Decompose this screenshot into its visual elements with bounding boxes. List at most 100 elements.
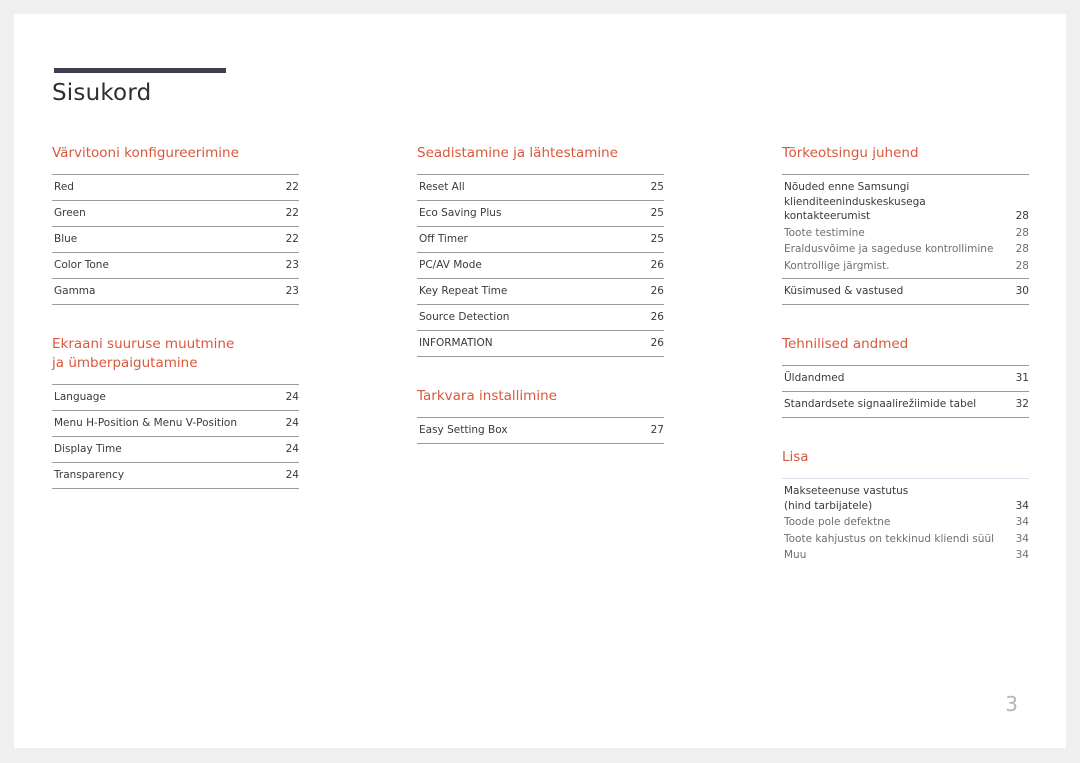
toc-entry-page-number: 24 xyxy=(285,469,299,481)
toc-entry-label: Language xyxy=(54,391,106,403)
toc-entry-page-number: 26 xyxy=(650,311,664,323)
toc-entry-label: Red xyxy=(54,181,74,193)
toc-entry-label: Standardsete signaalirežiimide tabel xyxy=(784,398,977,410)
toc-entry[interactable]: Color Tone 23 xyxy=(52,253,299,279)
toc-section: Tehnilised andmed Üldandmed 31 Standardsete… xyxy=(782,335,1029,418)
toc-entry[interactable]: Toode pole defektne 34 xyxy=(782,514,1029,531)
section-heading[interactable]: Värvitooni konfigureerimine xyxy=(52,144,299,163)
toc-entry-page-number: 23 xyxy=(285,285,299,297)
toc-entry[interactable]: Key Repeat Time 26 xyxy=(417,279,664,305)
toc-entry-label: Easy Setting Box xyxy=(419,424,508,436)
toc-entry-label: Source Detection xyxy=(419,311,510,323)
toc-entry-label: Color Tone xyxy=(54,259,109,271)
toc-column-1: Värvitooni konfigureerimine Red 22 Green 22 B… xyxy=(52,144,299,564)
toc-entry-page-number: 26 xyxy=(650,259,664,271)
toc-entry-label: PC/AV Mode xyxy=(419,259,482,271)
toc-entry-page-number: 24 xyxy=(285,391,299,403)
toc-entry-label: Üldandmed xyxy=(784,372,845,384)
toc-entry[interactable]: Makseteenuse vastutus (hind tarbijatele)… xyxy=(782,479,1029,514)
toc-entry-page-number: 22 xyxy=(285,207,299,219)
toc-entry[interactable]: Toote testimine 28 xyxy=(782,225,1029,242)
toc-entry-label: Toode pole defektne xyxy=(784,516,891,528)
toc-entry-page-number: 34 xyxy=(1015,549,1029,561)
page-number: 3 xyxy=(1005,692,1018,716)
toc-entry[interactable]: Transparency 24 xyxy=(52,463,299,489)
toc-section: Tarkvara installimine Easy Setting Box 27 xyxy=(417,387,664,444)
section-heading[interactable]: Ekraani suuruse muutmine ja ümberpaiguta… xyxy=(52,335,299,373)
title-accent-bar xyxy=(54,68,226,73)
toc-entry-page-number: 28 xyxy=(1015,226,1029,239)
toc-entry[interactable]: Kontrollige järgmist. 28 xyxy=(782,258,1029,279)
toc-entry-label: Reset All xyxy=(419,181,465,193)
toc-section: Värvitooni konfigureerimine Red 22 Green 22 B… xyxy=(52,144,299,305)
toc-entry[interactable]: Off Timer 25 xyxy=(417,227,664,253)
toc-entry-page-number: 28 xyxy=(1015,259,1029,272)
toc-entry-page-number: 27 xyxy=(650,424,664,436)
toc-entry-label: Eraldusvõime ja sageduse kontrollimine xyxy=(784,243,994,255)
toc-entry[interactable]: Eco Saving Plus 25 xyxy=(417,201,664,227)
toc-entry-page-number: 25 xyxy=(650,233,664,245)
toc-entry[interactable]: Reset All 25 xyxy=(417,175,664,201)
section-heading[interactable]: Tõrkeotsingu juhend xyxy=(782,144,1029,163)
toc-entry[interactable]: Blue 22 xyxy=(52,227,299,253)
toc-entry-page-number: 25 xyxy=(650,207,664,219)
toc-entry-page-number: 26 xyxy=(650,285,664,297)
toc-section: Seadistamine ja lähtestamine Reset All 25 E… xyxy=(417,144,664,357)
toc-entry[interactable]: Küsimused & vastused 30 xyxy=(782,279,1029,305)
toc-entry-page-number: 31 xyxy=(1015,372,1029,384)
toc-entry[interactable]: Green 22 xyxy=(52,201,299,227)
toc-entry-label: Green xyxy=(54,207,86,219)
toc-entry-page-number: 34 xyxy=(1015,516,1029,528)
toc-entry[interactable]: Nõuded enne Samsungi klienditeeninduskes… xyxy=(782,175,1029,225)
toc-entry-page-number: 23 xyxy=(285,259,299,271)
toc-entry-label: Küsimused & vastused xyxy=(784,285,904,297)
toc-entry-label: Muu xyxy=(784,549,807,561)
toc-entry-page-number: 30 xyxy=(1015,285,1029,297)
toc-entry[interactable]: PC/AV Mode 26 xyxy=(417,253,664,279)
toc-entry-label: Transparency xyxy=(54,469,125,481)
section-heading[interactable]: Tarkvara installimine xyxy=(417,387,664,406)
toc-entry[interactable]: Menu H-Position & Menu V-Position 24 xyxy=(52,411,299,437)
toc-entry[interactable]: Muu 34 xyxy=(782,547,1029,564)
toc-entry-label: Menu H-Position & Menu V-Position xyxy=(54,417,238,429)
toc-entry-page-number: 25 xyxy=(650,181,664,193)
toc-entry[interactable]: Red 22 xyxy=(52,175,299,201)
toc-entry-label: Gamma xyxy=(54,285,96,297)
toc-entry-list: Red 22 Green 22 Blue 22 Color Tone 23 Gamma 23 xyxy=(52,174,299,305)
section-heading[interactable]: Tehnilised andmed xyxy=(782,335,1029,354)
page-title: Sisukord xyxy=(52,80,152,106)
toc-entry[interactable]: Source Detection 26 xyxy=(417,305,664,331)
toc-section: Tõrkeotsingu juhend Nõuded enne Samsungi … xyxy=(782,144,1029,305)
toc-entry-label: Toote testimine xyxy=(784,226,865,239)
toc-entry[interactable]: Display Time 24 xyxy=(52,437,299,463)
toc-entry-label: Blue xyxy=(54,233,78,245)
toc-entry-label: Eco Saving Plus xyxy=(419,207,502,219)
toc-entry-label: Display Time xyxy=(54,443,122,455)
toc-entry[interactable]: Üldandmed 31 xyxy=(782,366,1029,392)
toc-entry-page-number: 28 xyxy=(1015,210,1029,222)
toc-entry[interactable]: Eraldusvõime ja sageduse kontrollimine 28 xyxy=(782,241,1029,258)
toc-columns: Värvitooni konfigureerimine Red 22 Green 22 B… xyxy=(52,144,1064,564)
section-heading[interactable]: Lisa xyxy=(782,448,1029,467)
toc-entry-label: Makseteenuse vastutus (hind tarbijatele) xyxy=(784,485,909,512)
toc-section: Ekraani suuruse muutmine ja ümberpaiguta… xyxy=(52,335,299,489)
toc-entry-label: Nõuded enne Samsungi klienditeeninduskes… xyxy=(784,181,926,222)
toc-entry[interactable]: INFORMATION 26 xyxy=(417,331,664,357)
toc-entry[interactable]: Gamma 23 xyxy=(52,279,299,305)
toc-entry-page-number: 28 xyxy=(1015,243,1029,255)
toc-entry[interactable]: Language 24 xyxy=(52,385,299,411)
toc-column-2: Seadistamine ja lähtestamine Reset All 25 E… xyxy=(417,144,664,564)
document-page: Sisukord Värvitooni konfigureerimine Red 2… xyxy=(14,14,1066,748)
toc-entry[interactable]: Toote kahjustus on tekkinud kliendi süül… xyxy=(782,531,1029,548)
toc-entry-list: Reset All 25 Eco Saving Plus 25 Off Timer 25 P… xyxy=(417,174,664,357)
toc-entry[interactable]: Easy Setting Box 27 xyxy=(417,418,664,444)
toc-entry-label: Key Repeat Time xyxy=(419,285,508,297)
toc-entry-list: Easy Setting Box 27 xyxy=(417,417,664,444)
section-heading[interactable]: Seadistamine ja lähtestamine xyxy=(417,144,664,163)
toc-entry[interactable]: Standardsete signaalirežiimide tabel 32 xyxy=(782,392,1029,418)
toc-entry-label: INFORMATION xyxy=(419,337,493,349)
toc-entry-label: Kontrollige järgmist. xyxy=(784,259,890,272)
toc-entry-page-number: 32 xyxy=(1015,398,1029,410)
toc-entry-list: Makseteenuse vastutus (hind tarbijatele)… xyxy=(782,478,1029,564)
toc-entry-page-number: 22 xyxy=(285,233,299,245)
